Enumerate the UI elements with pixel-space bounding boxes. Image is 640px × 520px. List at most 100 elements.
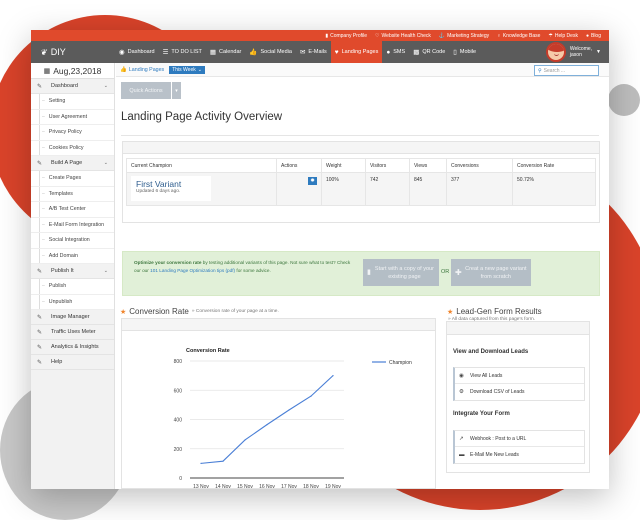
top-link-help-desk[interactable]: ☂ Help Desk (548, 33, 578, 39)
sidebar-item-setting[interactable]: – Setting (31, 94, 114, 110)
logo[interactable]: ❦ DIY (31, 47, 115, 57)
decorative-blob (608, 84, 640, 116)
sidebar-item-social-integration[interactable]: – Social Integration (31, 233, 114, 249)
optimize-text-2: for some advice. (235, 268, 271, 273)
lead-action-e-mail-me-new-leads[interactable]: ▬ E-Mail Me New Leads (455, 447, 584, 463)
lead-action-download-csv-of-leads[interactable]: ⚙ Download CSV of Leads (455, 384, 584, 400)
user-name: jason (569, 52, 582, 58)
top-link-marketing-strategy[interactable]: ⚓ Marketing Strategy (439, 33, 489, 39)
sidebar-item-templates[interactable]: – Templates (31, 186, 114, 202)
umbrella-icon: ☂ (548, 32, 553, 39)
lead-action-webhook-post-to-a-url[interactable]: ↗ Webhook : Post to a URL (455, 431, 584, 447)
conversion-rate-heading: ★ Conversion Rate » Conversion rate of y… (120, 307, 279, 316)
quick-actions-dropdown[interactable]: ▾ (172, 82, 181, 99)
quick-actions-button[interactable]: Quick Actions (121, 82, 171, 99)
nav-item-mobile[interactable]: ▯ Mobile (449, 41, 480, 63)
col-header: Actions (276, 158, 322, 173)
data-point (266, 424, 268, 426)
nav-item-qr-code[interactable]: ▩ QR Code (409, 41, 449, 63)
new-variant-button[interactable]: ✚ Creat a new page variant from scratch (451, 259, 531, 286)
sidebar-group-analytics-insights[interactable]: ✎ Analytics & Insights (31, 340, 114, 355)
nav-item-calendar[interactable]: ▦ Calendar (206, 41, 245, 63)
variant-updated: Updated 6 days ago. (136, 189, 181, 194)
sidebar-group-dashboard[interactable]: ✎ Dashboard ⌄ (31, 79, 114, 94)
sidebar-group-traffic-uses-meter[interactable]: ✎ Traffic Uses Meter (31, 325, 114, 340)
sidebar-item-user-agreement[interactable]: – User Agreement (31, 109, 114, 125)
sidebar-item-create-pages[interactable]: – Create Pages (31, 171, 114, 187)
calendar-icon: ▦ (209, 49, 217, 56)
edit-icon: ✎ (37, 83, 43, 90)
leadgen-heading: ★ Lead-Gen Form Results (447, 307, 542, 316)
sidebar: ▦ Aug,23,2018 ✎ Dashboard ⌄ – Setting – User A… (31, 63, 115, 489)
gear-icon: ✹ (310, 178, 315, 184)
top-link-knowledge-base[interactable]: ♀ Knowledge Base (497, 33, 540, 39)
sidebar-item-publish[interactable]: – Publish (31, 279, 114, 295)
caret-down-icon[interactable]: ▼ (596, 49, 601, 55)
sidebar-item-a-b-test-center[interactable]: – A/B Test Center (31, 202, 114, 218)
sidebar-group-image-manager[interactable]: ✎ Image Manager (31, 310, 114, 325)
avatar[interactable] (545, 42, 566, 62)
data-point (244, 439, 246, 441)
sidebar-group-build-a-page[interactable]: ✎ Build A Page ⌄ (31, 156, 114, 171)
nav-item-label: Calendar (219, 49, 242, 55)
top-link-company-profile[interactable]: ▮ Company Profile (325, 33, 367, 39)
champion-cell: First Variant Updated 6 days ago. (126, 172, 277, 206)
stethoscope-icon: ♡ (375, 32, 380, 39)
copy-existing-page-button[interactable]: ▮ Start with a copy of your existing pag… (363, 259, 439, 286)
nav-item-sms[interactable]: ● SMS (382, 41, 409, 63)
settings-button[interactable]: ✹ (308, 177, 317, 185)
variant-card[interactable]: First Variant Updated 6 days ago. (131, 176, 211, 201)
nav-item-dashboard[interactable]: ◉ Dashboard (115, 41, 159, 63)
sidebar-group-help[interactable]: ✎ Help (31, 355, 114, 370)
sidebar-item-cookies-policy[interactable]: – Cookies Policy (31, 140, 114, 156)
nav-item-label: Mobile (459, 49, 477, 55)
actions-cell: ✹ (276, 172, 322, 206)
list-icon: ☰ (162, 49, 169, 56)
tree-dash: – (42, 190, 45, 197)
chat-icon: ● (386, 48, 391, 56)
breadcrumb-label: Landing Pages (128, 66, 165, 73)
search-icon: ⚲ (538, 67, 542, 74)
nav-item-label: QR Code (422, 49, 446, 55)
variant-name[interactable]: First Variant (136, 179, 206, 189)
nav-item-landing-pages[interactable]: ♥ Landing Pages (330, 41, 383, 63)
chevron-down-icon: ⌄ (103, 83, 108, 89)
table-row: First Variant Updated 6 days ago. ✹ 100%… (126, 172, 596, 206)
views-cell: 845 (409, 172, 447, 206)
sidebar-item-unpublish[interactable]: – Unpublish (31, 294, 114, 310)
chevron-down-icon: ⌄ (197, 66, 202, 73)
sidebar-item-privacy-policy[interactable]: – Privacy Policy (31, 125, 114, 141)
sidebar-group-publish-it[interactable]: ✎ Publish It ⌄ (31, 264, 114, 279)
nav-item-to-do-list[interactable]: ☰ TO DO LIST (159, 41, 206, 63)
lead-action-label: Webhook : Post to a URL (470, 435, 527, 442)
search-input[interactable]: ⚲ Search ... (534, 65, 599, 76)
x-tick-label: 16 Nov (259, 484, 275, 489)
nav-item-social-media[interactable]: 👍 Social Media (245, 41, 296, 63)
breadcrumb[interactable]: 👍 Landing Pages (120, 67, 164, 73)
sidebar-menu: ✎ Dashboard ⌄ – Setting – User Agreement – Priva… (31, 79, 114, 370)
sidebar-item-e-mail-form-integration[interactable]: – E-Mail Form Integration (31, 217, 114, 233)
nav-item-e-mails[interactable]: ✉ E-Mails (296, 41, 331, 63)
user-menu[interactable]: Welcome, jason ▼ (545, 42, 601, 62)
legend-label: Champion (389, 360, 412, 366)
nav-items: ◉ Dashboard ☰ TO DO LIST ▦ Calendar 👍 Social Me… (115, 41, 480, 63)
panel-header (123, 142, 599, 154)
calendar-icon: ▦ (43, 67, 51, 75)
sidebar-item-label: Setting (48, 98, 66, 105)
col-header: Conversions (446, 158, 513, 173)
top-link-website-health-check[interactable]: ♡ Website Health Check (375, 33, 431, 39)
period-label: This Week (172, 66, 196, 73)
top-link-blog[interactable]: ● Blog (586, 33, 601, 39)
lead-action-view-all-leads[interactable]: ◉ View All Leads (455, 368, 584, 384)
sidebar-item-label: Templates (48, 190, 73, 197)
sidebar-item-add-domain[interactable]: – Add Domain (31, 248, 114, 264)
optimization-tips-link[interactable]: 101 Landing Page Optimization tips (pdf) (150, 268, 235, 273)
thumbs-up-icon: 👍 (249, 49, 258, 56)
x-tick-label: 15 Nov (237, 484, 253, 489)
data-point (332, 375, 334, 377)
top-link-label: Blog (590, 32, 601, 39)
period-dropdown[interactable]: This Week ⌄ (169, 65, 205, 74)
view-leads-list: ◉ View All Leads ⚙ Download CSV of Leads (453, 367, 585, 401)
edit-icon: ✎ (37, 344, 43, 351)
tree-dash: – (42, 221, 45, 228)
